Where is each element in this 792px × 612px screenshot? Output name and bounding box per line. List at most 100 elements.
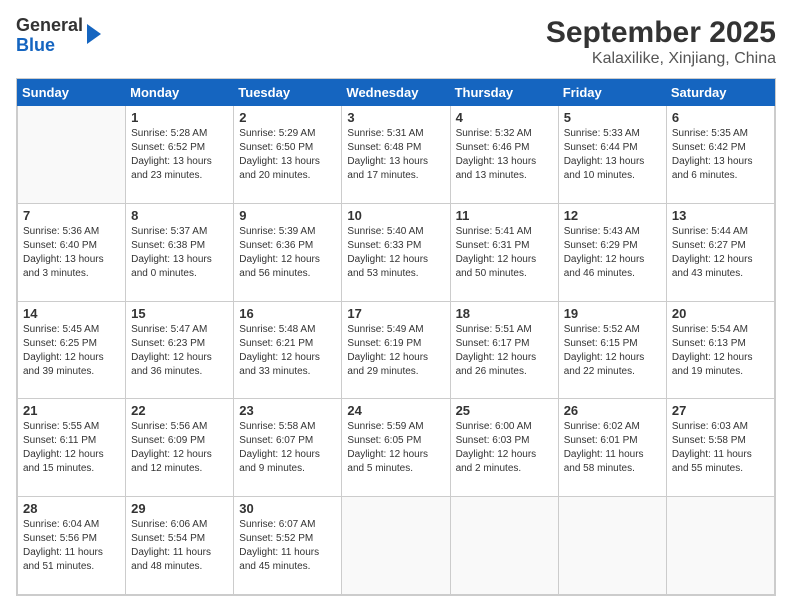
calendar-cell: 7 Sunrise: 5:36 AMSunset: 6:40 PMDaylight… — [18, 203, 126, 301]
day-info: Sunrise: 6:07 AMSunset: 5:52 PMDaylight:… — [239, 518, 336, 574]
day-number: 19 — [564, 306, 661, 321]
day-info: Sunrise: 6:00 AMSunset: 6:03 PMDaylight:… — [456, 420, 553, 476]
day-number: 29 — [131, 501, 228, 516]
calendar-header-row: SundayMondayTuesdayWednesdayThursdayFrid… — [18, 80, 775, 106]
day-number: 25 — [456, 403, 553, 418]
day-info: Sunrise: 5:56 AMSunset: 6:09 PMDaylight:… — [131, 420, 228, 476]
calendar-header-tuesday: Tuesday — [234, 80, 342, 106]
day-number: 8 — [131, 208, 228, 223]
calendar-cell: 3Sunrise: 5:31 AMSunset: 6:48 PMDaylight… — [342, 106, 450, 204]
day-number: 22 — [131, 403, 228, 418]
day-number: 18 — [456, 306, 553, 321]
day-info: Sunrise: 5:29 AMSunset: 6:50 PMDaylight:… — [239, 127, 336, 183]
calendar-cell: 19 Sunrise: 5:52 AMSunset: 6:15 PMDayligh… — [558, 301, 666, 399]
day-info: Sunrise: 5:55 AMSunset: 6:11 PMDaylight:… — [23, 420, 120, 476]
day-number: 28 — [23, 501, 120, 516]
day-info: Sunrise: 5:54 AMSunset: 6:13 PMDaylight:… — [672, 323, 769, 379]
logo-line2: Blue — [16, 36, 83, 56]
day-info: Sunrise: 5:28 AMSunset: 6:52 PMDaylight:… — [131, 127, 228, 183]
day-info: Sunrise: 5:33 AMSunset: 6:44 PMDaylight:… — [564, 127, 661, 183]
calendar-cell: 12 Sunrise: 5:43 AMSunset: 6:29 PMDayligh… — [558, 203, 666, 301]
day-info: Sunrise: 5:59 AMSunset: 6:05 PMDaylight:… — [347, 420, 444, 476]
day-number: 26 — [564, 403, 661, 418]
day-info: Sunrise: 5:41 AMSunset: 6:31 PMDaylight:… — [456, 225, 553, 281]
day-number: 15 — [131, 306, 228, 321]
calendar-cell — [18, 106, 126, 204]
day-info: Sunrise: 5:52 AMSunset: 6:15 PMDaylight:… — [564, 323, 661, 379]
day-number: 27 — [672, 403, 769, 418]
calendar-cell: 26 Sunrise: 6:02 AMSunset: 6:01 PMDayligh… — [558, 399, 666, 497]
day-info: Sunrise: 5:44 AMSunset: 6:27 PMDaylight:… — [672, 225, 769, 281]
calendar-cell: 9 Sunrise: 5:39 AMSunset: 6:36 PMDaylight… — [234, 203, 342, 301]
day-number: 4 — [456, 110, 553, 125]
calendar: SundayMondayTuesdayWednesdayThursdayFrid… — [16, 78, 776, 596]
calendar-week-2: 7 Sunrise: 5:36 AMSunset: 6:40 PMDaylight… — [18, 203, 775, 301]
calendar-header-friday: Friday — [558, 80, 666, 106]
day-number: 30 — [239, 501, 336, 516]
day-number: 16 — [239, 306, 336, 321]
calendar-cell — [342, 497, 450, 595]
calendar-cell: 1Sunrise: 5:28 AMSunset: 6:52 PMDaylight… — [126, 106, 234, 204]
calendar-cell: 5 Sunrise: 5:33 AMSunset: 6:44 PMDaylight… — [558, 106, 666, 204]
calendar-cell: 22 Sunrise: 5:56 AMSunset: 6:09 PMDayligh… — [126, 399, 234, 497]
day-info: Sunrise: 5:49 AMSunset: 6:19 PMDaylight:… — [347, 323, 444, 379]
calendar-cell: 11 Sunrise: 5:41 AMSunset: 6:31 PMDayligh… — [450, 203, 558, 301]
header: General Blue September 2025 Kalaxilike, … — [16, 16, 776, 68]
day-info: Sunrise: 5:40 AMSunset: 6:33 PMDaylight:… — [347, 225, 444, 281]
day-info: Sunrise: 5:36 AMSunset: 6:40 PMDaylight:… — [23, 225, 120, 281]
logo-text: General Blue — [16, 16, 83, 56]
calendar-cell: 23 Sunrise: 5:58 AMSunset: 6:07 PMDayligh… — [234, 399, 342, 497]
title-block: September 2025 Kalaxilike, Xinjiang, Chi… — [546, 16, 776, 68]
calendar-cell: 13 Sunrise: 5:44 AMSunset: 6:27 PMDayligh… — [666, 203, 774, 301]
calendar-cell: 29 Sunrise: 6:06 AMSunset: 5:54 PMDayligh… — [126, 497, 234, 595]
day-info: Sunrise: 6:02 AMSunset: 6:01 PMDaylight:… — [564, 420, 661, 476]
day-number: 21 — [23, 403, 120, 418]
day-number: 23 — [239, 403, 336, 418]
day-number: 6 — [672, 110, 769, 125]
calendar-header-thursday: Thursday — [450, 80, 558, 106]
day-number: 5 — [564, 110, 661, 125]
calendar-cell: 6Sunrise: 5:35 AMSunset: 6:42 PMDaylight… — [666, 106, 774, 204]
day-number: 14 — [23, 306, 120, 321]
calendar-header-sunday: Sunday — [18, 80, 126, 106]
calendar-header-wednesday: Wednesday — [342, 80, 450, 106]
calendar-cell: 18Sunrise: 5:51 AMSunset: 6:17 PMDayligh… — [450, 301, 558, 399]
logo: General Blue — [16, 16, 101, 56]
calendar-week-4: 21 Sunrise: 5:55 AMSunset: 6:11 PMDayligh… — [18, 399, 775, 497]
calendar-cell: 2Sunrise: 5:29 AMSunset: 6:50 PMDaylight… — [234, 106, 342, 204]
day-info: Sunrise: 5:31 AMSunset: 6:48 PMDaylight:… — [347, 127, 444, 183]
day-info: Sunrise: 5:48 AMSunset: 6:21 PMDaylight:… — [239, 323, 336, 379]
day-info: Sunrise: 5:43 AMSunset: 6:29 PMDaylight:… — [564, 225, 661, 281]
day-number: 10 — [347, 208, 444, 223]
calendar-cell — [666, 497, 774, 595]
day-number: 11 — [456, 208, 553, 223]
calendar-week-3: 14Sunrise: 5:45 AMSunset: 6:25 PMDayligh… — [18, 301, 775, 399]
day-number: 20 — [672, 306, 769, 321]
calendar-cell: 28 Sunrise: 6:04 AMSunset: 5:56 PMDayligh… — [18, 497, 126, 595]
calendar-subtitle: Kalaxilike, Xinjiang, China — [546, 50, 776, 68]
day-number: 7 — [23, 208, 120, 223]
calendar-cell: 10 Sunrise: 5:40 AMSunset: 6:33 PMDayligh… — [342, 203, 450, 301]
day-info: Sunrise: 6:04 AMSunset: 5:56 PMDaylight:… — [23, 518, 120, 574]
day-info: Sunrise: 5:58 AMSunset: 6:07 PMDaylight:… — [239, 420, 336, 476]
calendar-cell: 30 Sunrise: 6:07 AMSunset: 5:52 PMDayligh… — [234, 497, 342, 595]
day-number: 9 — [239, 208, 336, 223]
page: General Blue September 2025 Kalaxilike, … — [0, 0, 792, 612]
day-number: 12 — [564, 208, 661, 223]
day-info: Sunrise: 5:39 AMSunset: 6:36 PMDaylight:… — [239, 225, 336, 281]
calendar-cell: 15 Sunrise: 5:47 AMSunset: 6:23 PMDayligh… — [126, 301, 234, 399]
calendar-header-monday: Monday — [126, 80, 234, 106]
day-info: Sunrise: 6:06 AMSunset: 5:54 PMDaylight:… — [131, 518, 228, 574]
calendar-cell: 17 Sunrise: 5:49 AMSunset: 6:19 PMDayligh… — [342, 301, 450, 399]
logo-arrow-icon — [87, 24, 101, 44]
calendar-week-1: 1Sunrise: 5:28 AMSunset: 6:52 PMDaylight… — [18, 106, 775, 204]
day-info: Sunrise: 6:03 AMSunset: 5:58 PMDaylight:… — [672, 420, 769, 476]
calendar-cell: 14Sunrise: 5:45 AMSunset: 6:25 PMDayligh… — [18, 301, 126, 399]
calendar-header-saturday: Saturday — [666, 80, 774, 106]
day-number: 17 — [347, 306, 444, 321]
calendar-cell: 8Sunrise: 5:37 AMSunset: 6:38 PMDaylight… — [126, 203, 234, 301]
day-number: 24 — [347, 403, 444, 418]
day-number: 13 — [672, 208, 769, 223]
calendar-title: September 2025 — [546, 16, 776, 50]
day-info: Sunrise: 5:47 AMSunset: 6:23 PMDaylight:… — [131, 323, 228, 379]
